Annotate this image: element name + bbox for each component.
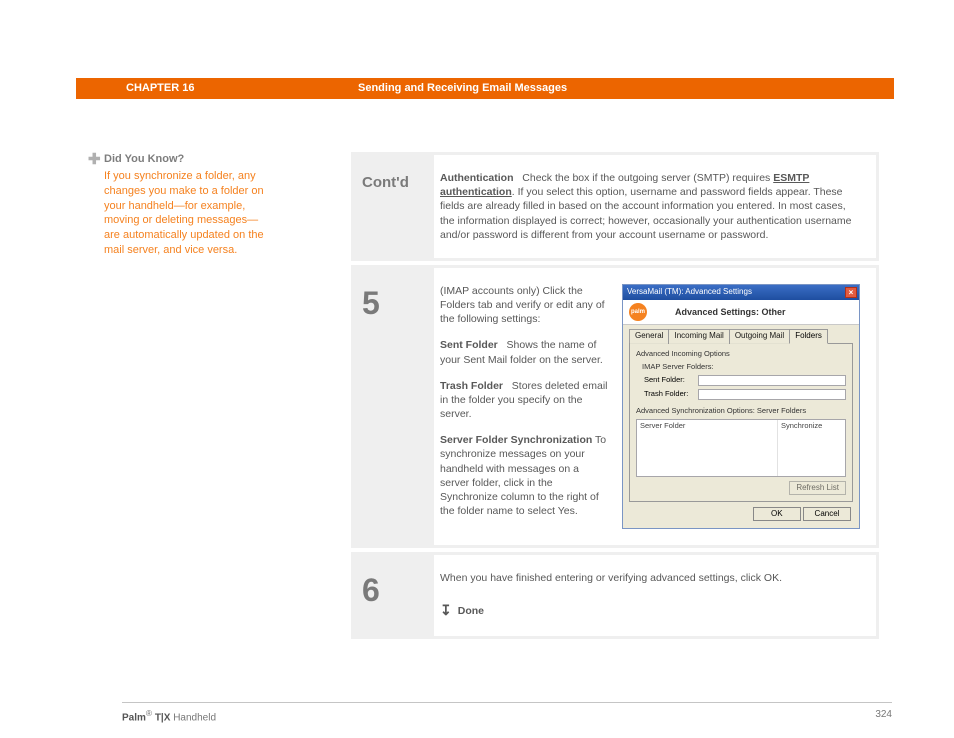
sent-folder-field-label: Sent Folder: xyxy=(644,375,698,385)
dialog-title: VersaMail (TM): Advanced Settings xyxy=(627,287,845,298)
footer-product: Palm® T|X Handheld xyxy=(122,708,216,725)
sync-label: Server Folder Synchronization xyxy=(440,434,592,446)
step-6-body: When you have finished entering or verif… xyxy=(434,555,876,636)
sync-body: To synchronize messages on your handheld… xyxy=(440,434,606,517)
dialog-titlebar: VersaMail (TM): Advanced Settings × xyxy=(623,285,859,300)
group-adv-incoming: Advanced Incoming Options xyxy=(636,349,846,359)
ok-button[interactable]: OK xyxy=(753,507,801,521)
step-5: 5 (IMAP accounts only) Click the Folders… xyxy=(351,265,879,548)
tab-general[interactable]: General xyxy=(629,329,669,344)
refresh-list-button[interactable]: Refresh List xyxy=(789,481,846,495)
dialog-screenshot: VersaMail (TM): Advanced Settings × palm… xyxy=(622,284,862,529)
did-you-know-sidebar: ✚ Did You Know? If you synchronize a fol… xyxy=(104,152,266,258)
page-footer: Palm® T|X Handheld 324 xyxy=(122,702,892,725)
palm-logo-icon: palm xyxy=(629,303,647,321)
chapter-title: Sending and Receiving Email Messages xyxy=(358,81,567,96)
cancel-button[interactable]: Cancel xyxy=(803,507,851,521)
server-folder-list[interactable]: Server Folder Synchronize xyxy=(636,419,846,477)
close-icon[interactable]: × xyxy=(845,287,857,298)
step-6-number: 6 xyxy=(354,555,434,636)
trash-folder-input[interactable] xyxy=(698,389,846,400)
dialog-heading: Advanced Settings: Other xyxy=(675,306,786,318)
step-5-body: (IMAP accounts only) Click the Folders t… xyxy=(434,268,876,545)
chapter-label: CHAPTER 16 xyxy=(126,81,358,96)
sidebar-heading: Did You Know? xyxy=(104,152,266,167)
group-imap-server-folders: IMAP Server Folders: xyxy=(642,362,846,372)
sent-folder-label: Sent Folder xyxy=(440,339,498,351)
step-contd: Cont'd Authentication Check the box if t… xyxy=(351,152,879,261)
tab-incoming-mail[interactable]: Incoming Mail xyxy=(668,329,729,344)
step-6-text: When you have finished entering or verif… xyxy=(440,571,862,585)
auth-text-pre: Check the box if the outgoing server (SM… xyxy=(522,172,773,184)
sidebar-body: If you synchronize a folder, any changes… xyxy=(104,169,266,258)
chapter-header-bar: CHAPTER 16 Sending and Receiving Email M… xyxy=(76,78,894,99)
step-contd-body: Authentication Check the box if the outg… xyxy=(434,155,876,258)
trash-folder-field-label: Trash Folder: xyxy=(644,389,698,399)
step-5-number: 5 xyxy=(354,268,434,545)
sent-folder-input[interactable] xyxy=(698,375,846,386)
dialog-tab-panel: Advanced Incoming Options IMAP Server Fo… xyxy=(629,343,853,502)
step-6: 6 When you have finished entering or ver… xyxy=(351,552,879,639)
done-arrow-icon: ↧ xyxy=(440,601,452,620)
auth-label: Authentication xyxy=(440,172,514,184)
list-col-server-folder: Server Folder xyxy=(637,420,777,476)
plus-icon: ✚ xyxy=(88,150,101,170)
tab-folders[interactable]: Folders xyxy=(789,329,828,344)
trash-folder-label: Trash Folder xyxy=(440,380,503,392)
page-number: 324 xyxy=(875,708,892,725)
steps-container: Cont'd Authentication Check the box if t… xyxy=(351,152,879,643)
step-5-intro: (IMAP accounts only) Click the Folders t… xyxy=(440,284,608,327)
list-col-synchronize: Synchronize xyxy=(777,420,845,476)
group-adv-sync: Advanced Synchronization Options: Server… xyxy=(636,406,846,416)
dialog-tabs: General Incoming Mail Outgoing Mail Fold… xyxy=(629,329,853,344)
tab-outgoing-mail[interactable]: Outgoing Mail xyxy=(729,329,790,344)
done-label: Done xyxy=(458,604,484,618)
done-indicator: ↧ Done xyxy=(440,601,862,620)
step-contd-label: Cont'd xyxy=(354,155,434,258)
